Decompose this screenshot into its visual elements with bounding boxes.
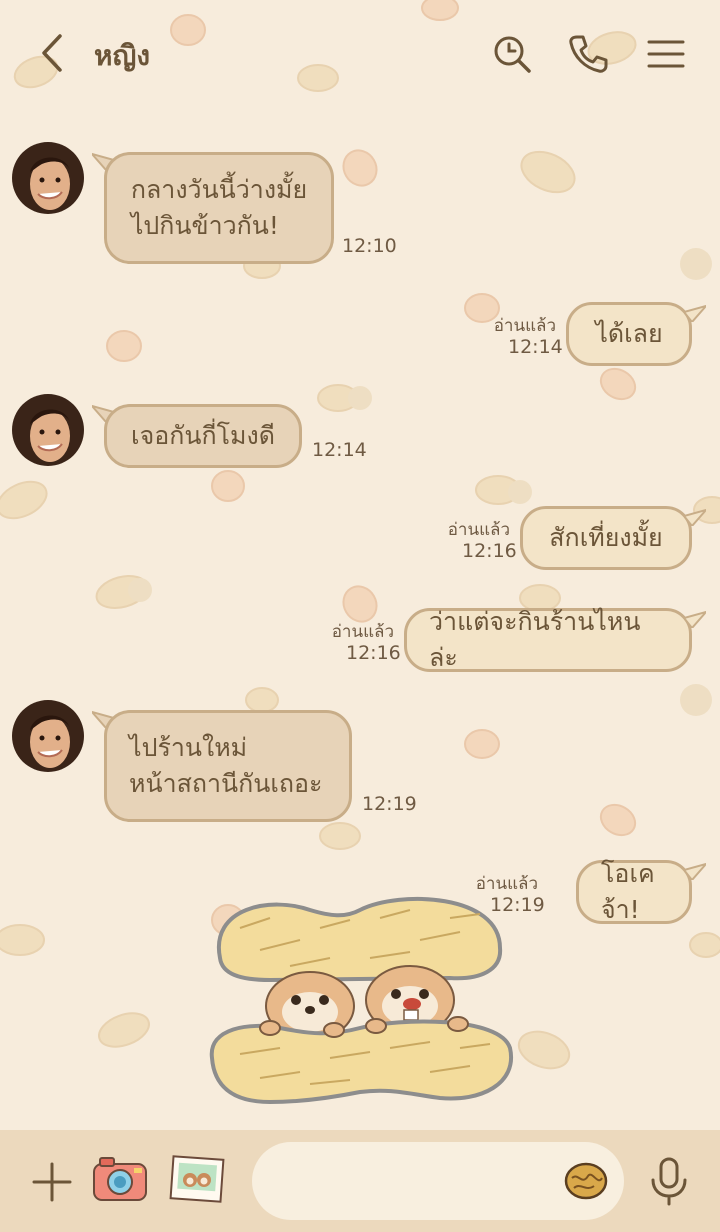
chat-input-bar — [0, 1130, 720, 1232]
message-time: 12:16 — [346, 642, 401, 664]
message-incoming: ไปร้านใหม่ หน้าสถานีกันเถอะ 12:19 — [0, 698, 720, 828]
message-time: 12:16 — [462, 540, 517, 562]
chat-bubble[interactable]: กลางวันนี้ว่างมั้ย ไปกินข้าวกัน! — [104, 152, 334, 264]
chipmunks-in-peanut-sticker[interactable] — [200, 888, 520, 1110]
bubble-tail — [684, 862, 706, 880]
message-time: 12:14 — [508, 336, 563, 358]
microphone-icon[interactable] — [650, 1156, 688, 1210]
camera-icon[interactable] — [90, 1152, 150, 1208]
message-incoming: กลางวันนี้ว่างมั้ย ไปกินข้าวกัน! 12:10 — [0, 140, 720, 270]
read-receipt: อ่านแล้ว — [447, 520, 510, 540]
walnut-emoji-icon[interactable] — [564, 1160, 608, 1206]
message-outgoing: อ่านแล้ว 12:16 สักเที่ยงมั้ย — [0, 504, 720, 574]
contact-avatar[interactable] — [12, 142, 84, 214]
chat-bubble[interactable]: เจอกันกี่โมงดี — [104, 404, 302, 468]
message-time: 12:19 — [362, 793, 417, 815]
chat-bubble[interactable]: ไปร้านใหม่ หน้าสถานีกันเถอะ — [104, 710, 352, 822]
chat-bubble[interactable]: ได้เลย — [566, 302, 692, 366]
page-title: หญิง — [94, 39, 150, 72]
search-icon[interactable] — [492, 34, 532, 74]
bubble-tail — [684, 610, 706, 628]
message-time: 12:10 — [342, 235, 397, 257]
read-receipt: อ่านแล้ว — [493, 316, 556, 336]
photo-icon[interactable] — [168, 1154, 226, 1208]
back-chevron-icon[interactable] — [34, 32, 70, 74]
chat-header: หญิง — [0, 0, 720, 108]
contact-avatar[interactable] — [12, 700, 84, 772]
message-incoming: เจอกันกี่โมงดี 12:14 — [0, 392, 720, 472]
contact-avatar[interactable] — [12, 394, 84, 466]
message-time: 12:14 — [312, 439, 367, 461]
bubble-tail — [684, 508, 706, 526]
chat-bubble[interactable]: โอเคจ้า! — [576, 859, 692, 924]
phone-icon[interactable] — [568, 34, 608, 74]
chat-bubble[interactable]: สักเที่ยงมั้ย — [520, 506, 692, 570]
menu-icon[interactable] — [646, 34, 686, 74]
message-outgoing: อ่านแล้ว 12:16 ว่าแต่จะกินร้านไหนล่ะ — [0, 606, 720, 676]
message-outgoing: อ่านแล้ว 12:14 ได้เลย — [0, 300, 720, 370]
read-receipt: อ่านแล้ว — [331, 622, 394, 642]
bubble-tail — [684, 304, 706, 322]
plus-icon[interactable] — [30, 1160, 74, 1208]
chat-bubble[interactable]: ว่าแต่จะกินร้านไหนล่ะ — [404, 607, 692, 672]
